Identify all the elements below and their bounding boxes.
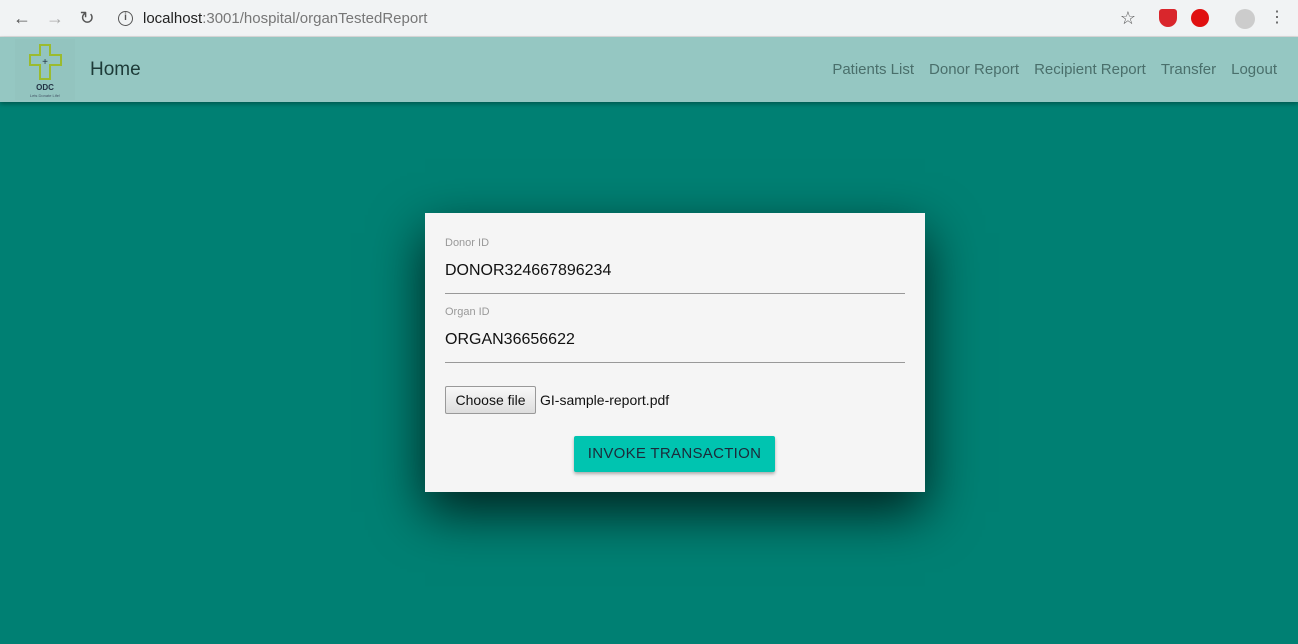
profile-icon[interactable]	[1235, 9, 1255, 29]
forward-icon[interactable]: →	[44, 8, 66, 28]
browser-toolbar: ← → ↻ i localhost:3001/hospital/organTes…	[0, 0, 1298, 37]
donor-id-label: Donor ID	[445, 237, 490, 249]
svg-text:+: +	[42, 57, 48, 68]
nav-transfer[interactable]: Transfer	[1161, 61, 1216, 78]
reload-icon[interactable]: ↻	[76, 8, 98, 28]
menu-icon[interactable]: ⋮	[1266, 8, 1288, 28]
nav-donor-report[interactable]: Donor Report	[929, 61, 1019, 78]
home-link[interactable]: Home	[90, 59, 141, 81]
file-name: GI-sample-report.pdf	[540, 392, 670, 408]
divider	[445, 293, 905, 294]
choose-file-button[interactable]: Choose file	[445, 386, 536, 414]
organ-id-input[interactable]: ORGAN36656622	[445, 331, 575, 349]
logo[interactable]: + ODC Lets Donate Life!	[15, 39, 75, 100]
organ-id-label: Organ ID	[445, 306, 490, 318]
nav-recipient-report[interactable]: Recipient Report	[1034, 61, 1146, 78]
stop-hand-icon[interactable]	[1191, 9, 1209, 27]
back-icon[interactable]: ←	[11, 8, 33, 28]
nav-patients-list[interactable]: Patients List	[832, 61, 914, 78]
cross-icon: +	[29, 44, 62, 80]
star-icon[interactable]: ☆	[1117, 8, 1139, 28]
navbar: + ODC Lets Donate Life! Home Patients Li…	[0, 37, 1298, 102]
info-icon[interactable]: i	[118, 10, 133, 26]
donor-id-input[interactable]: DONOR324667896234	[445, 262, 611, 280]
invoke-transaction-button[interactable]: INVOKE TRANSACTION	[574, 436, 775, 472]
divider	[445, 362, 905, 363]
address-bar[interactable]: i localhost:3001/hospital/organTestedRep…	[108, 4, 1108, 32]
transaction-form: Donor ID DONOR324667896234 Organ ID ORGA…	[425, 213, 925, 492]
nav-logout[interactable]: Logout	[1231, 61, 1277, 78]
shield-icon[interactable]	[1159, 9, 1177, 27]
